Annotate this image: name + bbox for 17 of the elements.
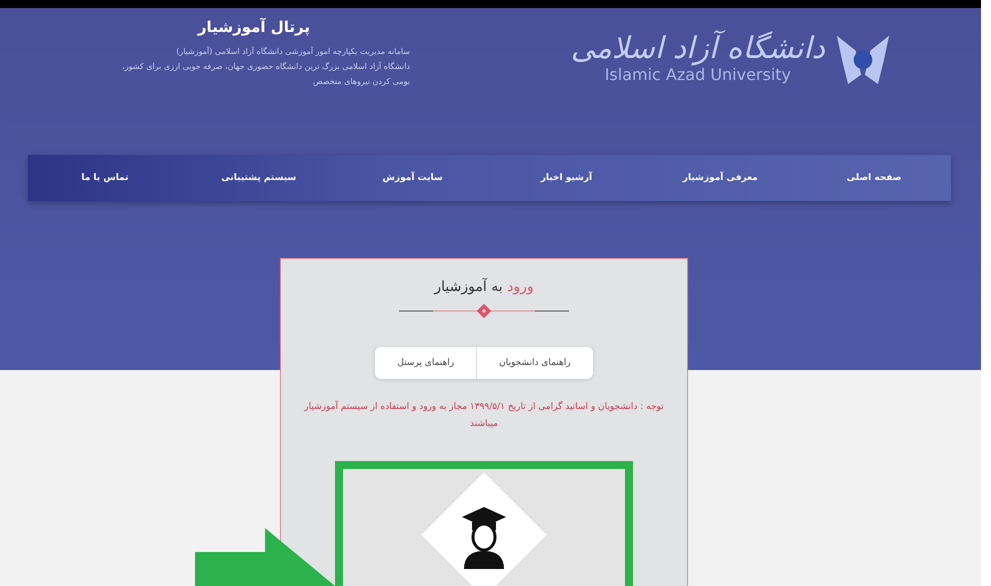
login-title: ورود به آموزشیار: [434, 279, 534, 295]
nav-link[interactable]: معرفی آموزشیار: [643, 155, 798, 201]
logo-name: Islamic Azad University: [604, 65, 792, 84]
notice-text: توجه : دانشجویان و اساتید گرامی از تاریخ ۱۳۹۹/۵/۱ مجاز به ورود و استفاده از سیستم آموزشیار میباشند: [302, 400, 665, 431]
nav-link[interactable]: سایت آموزش: [336, 155, 490, 201]
nav-link[interactable]: تماس با ما: [28, 155, 182, 201]
guide-button[interactable]: راهنمای دانشجویان: [477, 347, 593, 379]
portal-description: دانشگاه آزاد اسلامی بزرگ ترین دانشگاه حضوری جهان، صرفه جویی ارزی برای کشور،: [122, 60, 410, 73]
diamond-divider-icon: [399, 303, 569, 319]
nav-link[interactable]: صفحه اصلی: [797, 155, 951, 201]
guide-button[interactable]: راهنمای پرسنل: [375, 347, 478, 379]
logo-script: دانشگاه آزاد اسلامی: [570, 32, 825, 65]
portal-description: سامانه مدیریت یکپارچه امور آموزشی دانشگاه آزاد اسلامی (آموزشیار): [176, 46, 410, 58]
portal-title: پرتال آموزشیار: [198, 18, 310, 36]
portal-description: بومی کردن نیروهای متخصص: [312, 76, 410, 88]
nav-link[interactable]: سیستم پشتیبانی: [182, 155, 336, 201]
nav-link[interactable]: آرشیو اخبار: [490, 155, 644, 201]
